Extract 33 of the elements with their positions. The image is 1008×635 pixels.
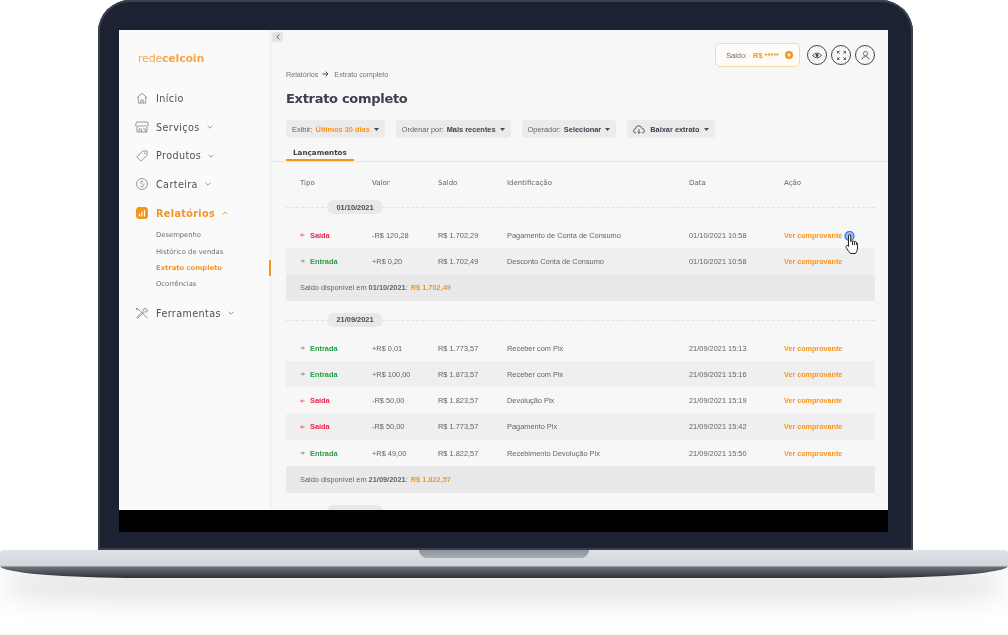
logo: redecelcoin (138, 52, 206, 65)
home-icon (136, 92, 148, 105)
sidebar-item[interactable]: Serviços (119, 112, 270, 142)
caret-down-icon (499, 127, 505, 131)
eye-icon (812, 51, 822, 59)
arrow-left-icon (300, 233, 305, 238)
sidebar-item[interactable]: Produtos (119, 141, 270, 171)
fullscreen-icon (836, 50, 846, 60)
caret-down-icon (703, 127, 709, 131)
selected-indicator (268, 260, 271, 277)
caret-down-icon (373, 127, 379, 131)
arrow-right-icon (300, 451, 305, 456)
arrow-right-icon (300, 259, 305, 264)
arrow-right-icon (322, 71, 330, 77)
coin-icon (136, 178, 148, 191)
caret-down-icon (605, 127, 611, 131)
collapse-sidebar-button[interactable] (272, 32, 283, 42)
arrow-right-icon (300, 372, 305, 377)
arrow-right-icon (300, 346, 305, 351)
cloud-download-icon (633, 124, 646, 134)
tag-icon (136, 149, 148, 162)
arrow-left-icon (300, 424, 305, 429)
sidebar-item[interactable]: Início (119, 84, 270, 113)
user-icon (860, 50, 870, 60)
chevron-left-icon (275, 34, 280, 40)
sidebar-item[interactable]: Ferramentas (119, 299, 270, 328)
storefront-icon (135, 121, 149, 134)
page-title: Extrato completo (286, 90, 409, 108)
pointer-cursor-icon (844, 230, 860, 255)
arrow-left-icon (300, 398, 305, 403)
sidebar-item[interactable]: Carteira (119, 170, 270, 199)
tools-icon (135, 307, 149, 320)
bar-chart-icon (136, 207, 148, 220)
